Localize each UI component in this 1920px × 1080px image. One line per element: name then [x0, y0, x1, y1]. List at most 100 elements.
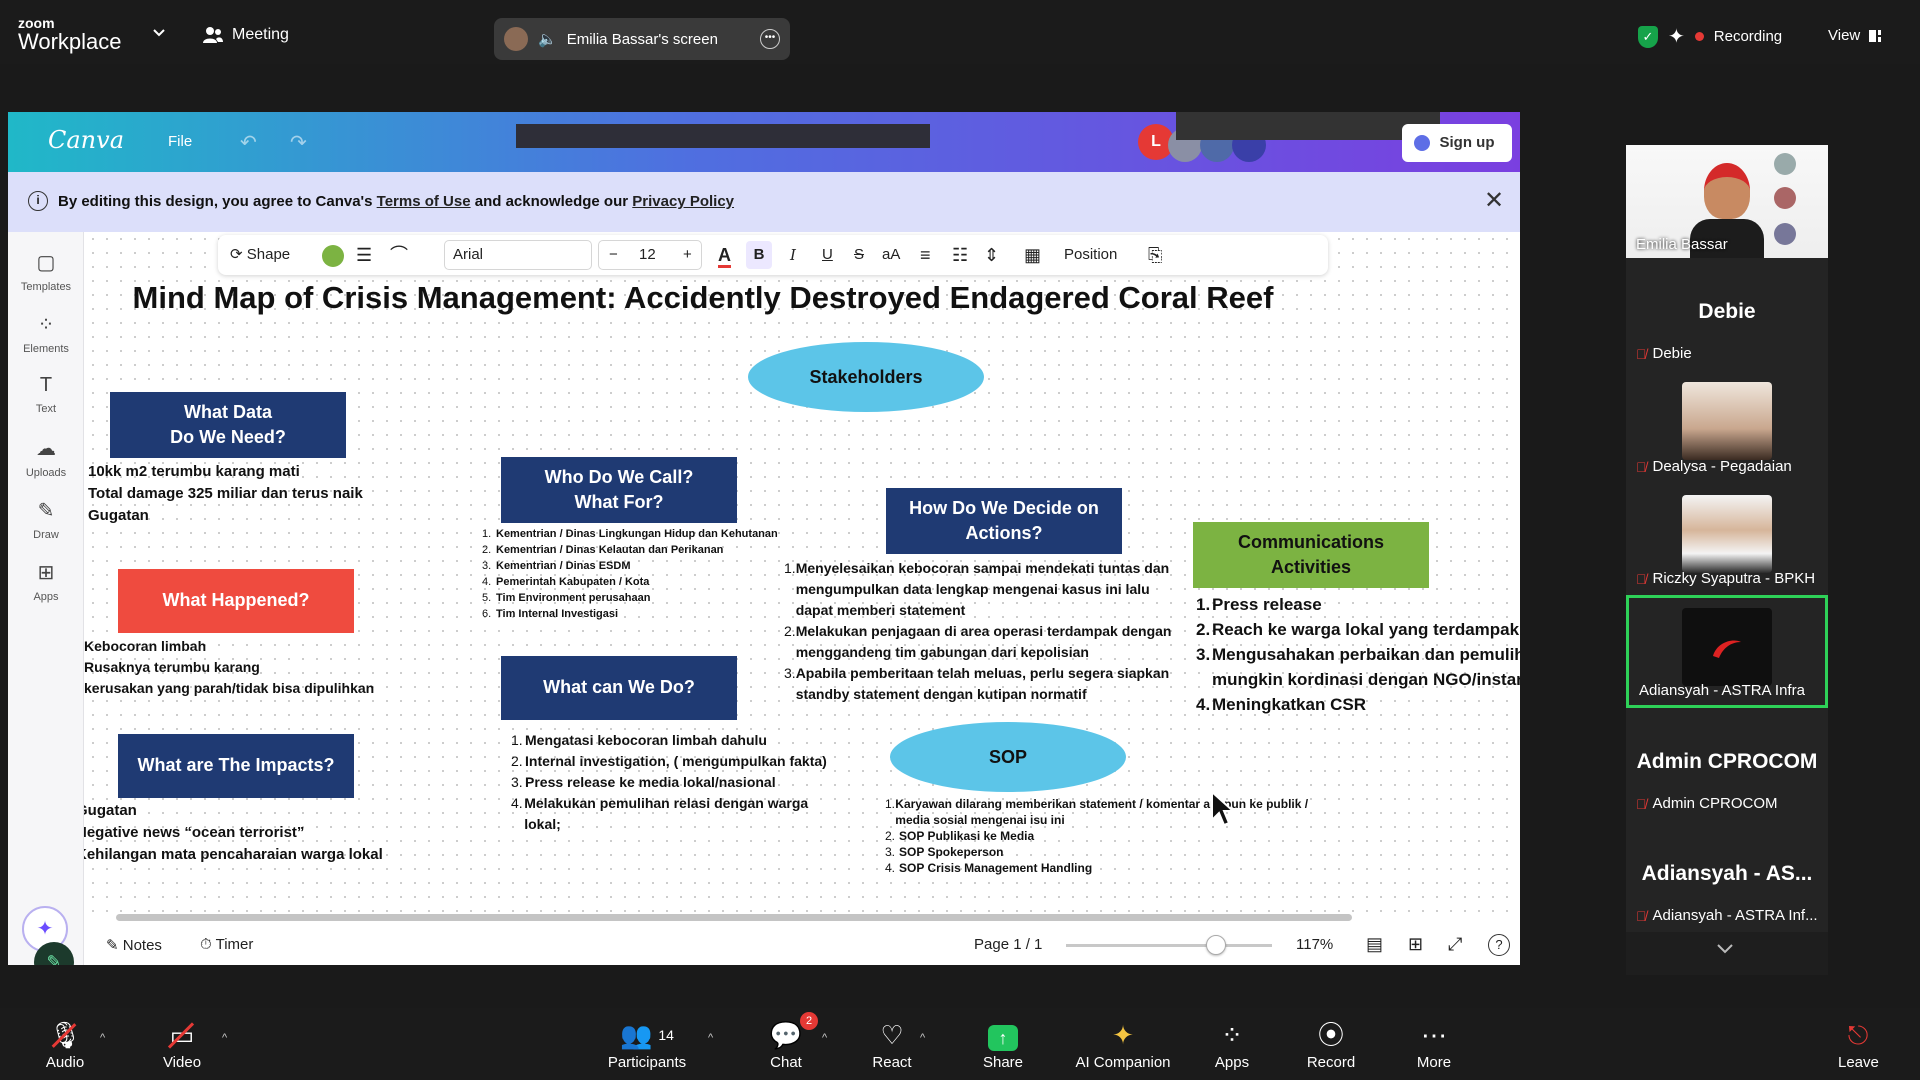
more-button[interactable]: ⋯ More — [1414, 1020, 1454, 1071]
chevron-down-icon[interactable] — [152, 28, 166, 38]
canvas-horizontal-scrollbar[interactable] — [116, 914, 1352, 921]
apps-button[interactable]: ⁘ Apps — [1214, 1020, 1250, 1071]
sop-node[interactable]: SOP — [890, 722, 1126, 792]
file-menu[interactable]: File — [168, 133, 192, 150]
privacy-link[interactable]: Privacy Policy — [632, 193, 734, 210]
what-data-list[interactable]: 10kk m2 terumbu karang mati Total damage… — [88, 461, 363, 527]
sidebar-item-uploads[interactable]: ☁ Uploads — [8, 436, 84, 479]
participant-tile-adiansyah[interactable]: Adiansyah - AS... 🎙̸ Adiansyah - ASTRA In… — [1626, 820, 1828, 932]
corner-rounding-icon[interactable]: ⌒ — [390, 235, 408, 275]
communications-list[interactable]: 1. Press release 2. Reach ke warga lokal y… — [1196, 592, 1520, 717]
audio-button[interactable]: 🎙 Audio — [40, 1020, 90, 1071]
mind-map-title[interactable]: Mind Map of Crisis Management: Accidentl… — [68, 280, 1338, 316]
zoom-slider[interactable] — [1066, 944, 1272, 947]
zoom-slider-handle[interactable] — [1206, 935, 1226, 955]
italic-icon[interactable]: I — [790, 235, 796, 275]
increase-size-button[interactable]: + — [683, 241, 692, 269]
react-button[interactable]: ♡ React — [870, 1020, 914, 1071]
line-spacing-icon[interactable]: ⇕ — [984, 235, 999, 275]
sidebar-item-draw[interactable]: ✎ Draw — [8, 498, 84, 541]
sidebar-label: Templates — [20, 281, 72, 293]
position-button[interactable]: Position — [1064, 235, 1117, 275]
border-style-icon[interactable]: ☰ — [356, 235, 372, 275]
who-call-node[interactable]: Who Do We Call? What For? — [501, 457, 737, 523]
sidebar-item-elements[interactable]: ⁘ Elements — [8, 312, 84, 355]
decrease-size-button[interactable]: − — [609, 241, 618, 269]
participant-tile-admin[interactable]: Admin CPROCOM 🎙̸ Admin CPROCOM — [1626, 708, 1828, 820]
align-center-icon[interactable]: ≡ — [920, 235, 931, 275]
meeting-menu[interactable]: Meeting — [202, 26, 289, 44]
participants-button[interactable]: 👥 14 Participants — [602, 1020, 692, 1071]
impacts-node[interactable]: What are The Impacts? — [118, 734, 354, 798]
font-size-value[interactable]: 12 — [639, 241, 656, 269]
sidebar-item-apps[interactable]: ⊞ Apps — [8, 560, 84, 603]
help-icon[interactable]: ? — [1488, 934, 1510, 956]
share-screen-button[interactable]: ↑ Share — [980, 1020, 1026, 1071]
decide-list[interactable]: 1. Menyelesaikan kebocoran sampai mendeka… — [784, 558, 1184, 705]
view-button[interactable]: View — [1828, 27, 1882, 44]
undo-icon[interactable]: ↶ — [240, 130, 257, 155]
list-icon[interactable]: ☷ — [952, 235, 968, 275]
what-data-node[interactable]: What Data Do We Need? — [110, 392, 346, 458]
participant-tile-dealysa[interactable]: 🎙̸ Dealysa - Pegadaian — [1626, 370, 1828, 483]
fullscreen-icon[interactable]: ⤢ — [1448, 934, 1462, 955]
letter-case-button[interactable]: aA — [882, 235, 900, 275]
chat-button[interactable]: 💬 2 Chat — [766, 1012, 818, 1071]
redo-icon[interactable]: ↷ — [290, 130, 307, 155]
video-button[interactable]: ▭ Video — [156, 1020, 208, 1071]
what-do-list[interactable]: 1. Mengatasi kebocoran limbah dahulu 2. In… — [511, 730, 831, 835]
pages-view-icon[interactable]: ▤ — [1366, 934, 1383, 955]
page-indicator[interactable]: Page 1 / 1 — [974, 936, 1042, 953]
what-happened-list[interactable]: Kebocoran limbah Rusaknya terumbu karang… — [84, 636, 374, 699]
transparency-icon[interactable]: ▦ — [1024, 235, 1041, 275]
participant-tile-adiansyah-active[interactable]: Adiansyah - ASTRA Infra — [1626, 595, 1828, 708]
paint-format-icon[interactable]: ⎘ — [1148, 235, 1162, 275]
close-icon[interactable]: ✕ — [1484, 186, 1504, 215]
participant-tile-emilia[interactable]: Emilia Bassar — [1626, 145, 1828, 258]
grid-view-icon[interactable]: ⊞ — [1408, 934, 1423, 955]
recording-indicator[interactable]: ✓ ✦ Recording — [1638, 24, 1782, 49]
chat-options-caret-icon[interactable]: ^ — [822, 1032, 827, 1044]
font-size-stepper[interactable]: − 12 + — [598, 240, 702, 270]
sidebar-item-text[interactable]: T Text — [8, 374, 84, 415]
leave-button[interactable]: ⎋ Leave — [1838, 1020, 1879, 1071]
ai-sparkle-icon[interactable]: ✦ — [1668, 24, 1685, 49]
terms-link[interactable]: Terms of Use — [377, 193, 471, 210]
communications-node[interactable]: Communications Activities — [1193, 522, 1429, 588]
list-item: Total damage 325 miliar dan terus naik — [88, 485, 363, 502]
zoom-level[interactable]: 117% — [1296, 936, 1333, 953]
zoom-workplace-logo[interactable]: zoom Workplace — [18, 16, 122, 53]
font-family-select[interactable]: Arial — [444, 240, 592, 270]
participant-tile-riczky[interactable]: 🎙̸ Riczky Syaputra - BPKH — [1626, 483, 1828, 595]
impacts-list[interactable]: Gugatan Negative news “ocean terrorist” … — [84, 800, 424, 866]
audio-options-caret-icon[interactable]: ^ — [100, 1032, 105, 1044]
decide-node[interactable]: How Do We Decide on Actions? — [886, 488, 1122, 554]
more-options-icon[interactable]: ••• — [760, 29, 780, 49]
sop-list[interactable]: 1. Karyawan dilarang memberikan statement… — [885, 796, 1325, 876]
underline-icon[interactable]: U — [822, 235, 833, 275]
what-do-node[interactable]: What can We Do? — [501, 656, 737, 720]
templates-icon: ▢ — [36, 252, 56, 274]
participants-options-caret-icon[interactable]: ^ — [708, 1032, 713, 1044]
strikethrough-icon[interactable]: S — [854, 235, 864, 275]
participant-tile-debie[interactable]: Debie 🎙̸ Debie — [1626, 258, 1828, 370]
notes-button[interactable]: ✎ Notes — [106, 936, 162, 954]
video-options-caret-icon[interactable]: ^ — [222, 1032, 227, 1044]
text-color-icon[interactable]: A — [718, 235, 731, 275]
who-call-list[interactable]: 1. Kementrian / Dinas Lingkungan Hidup da… — [482, 526, 778, 622]
stakeholders-node[interactable]: Stakeholders — [748, 342, 984, 412]
bold-icon[interactable]: B — [746, 241, 772, 269]
timer-button[interactable]: ⏱ Timer — [200, 936, 253, 953]
screen-share-indicator[interactable]: 🔈 Emilia Bassar's screen ••• — [494, 18, 790, 60]
security-shield-icon[interactable]: ✓ — [1638, 25, 1658, 48]
list-item-text: Karyawan dilarang memberikan statement /… — [895, 797, 1309, 827]
react-options-caret-icon[interactable]: ^ — [920, 1032, 925, 1044]
fill-color-swatch[interactable] — [322, 245, 344, 267]
chevron-down-icon[interactable] — [1716, 943, 1734, 955]
canva-logo[interactable]: Canva — [48, 126, 124, 154]
what-happened-node[interactable]: What Happened? — [118, 569, 354, 633]
sign-up-button[interactable]: Sign up — [1402, 124, 1512, 162]
record-button[interactable]: ⦿ Record — [1306, 1020, 1356, 1071]
shape-button[interactable]: ⟳ Shape — [230, 235, 290, 275]
ai-companion-button[interactable]: ✦ AI Companion — [1074, 1020, 1172, 1071]
